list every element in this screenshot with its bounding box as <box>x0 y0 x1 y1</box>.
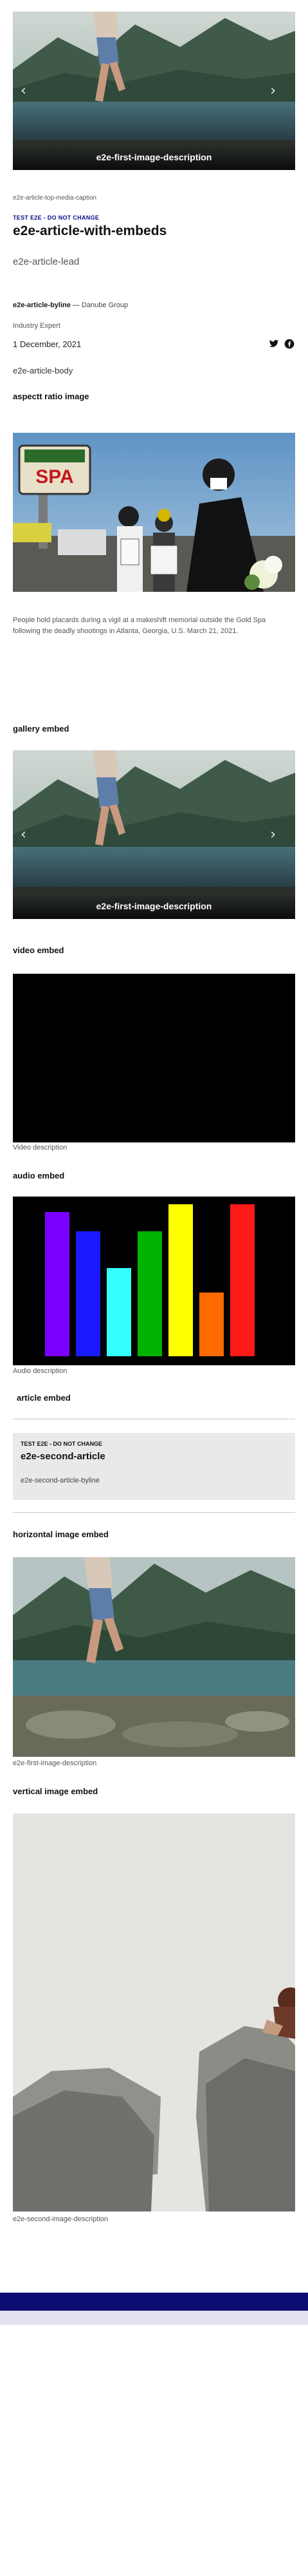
audio-bar <box>76 1231 100 1356</box>
embedded-article-title[interactable]: e2e-second-article <box>21 1451 105 1462</box>
vertical-embed-image <box>13 1814 295 2211</box>
horizontal-embed-heading: horizontal image embed <box>13 1530 109 1539</box>
embedded-article-card[interactable]: TEST E2E - DO NOT CHANGE e2e-second-arti… <box>13 1433 295 1500</box>
byline-line: e2e-article-byline — Danube Group <box>13 301 295 309</box>
byline-org: Danube Group <box>82 301 129 309</box>
article-title: e2e-article-with-embeds <box>13 223 167 238</box>
footer-bar <box>0 2293 308 2311</box>
article-body: e2e-article-body <box>13 366 73 375</box>
chevron-right-icon[interactable]: › <box>270 827 276 843</box>
article-kicker: TEST E2E - DO NOT CHANGE <box>13 214 100 221</box>
audio-bar <box>168 1204 193 1356</box>
audio-bar <box>138 1231 162 1356</box>
audio-bar <box>230 1204 255 1356</box>
horizontal-embed-image <box>13 1557 295 1757</box>
audio-visualizer <box>45 1204 255 1356</box>
audio-bar <box>107 1268 131 1356</box>
video-embed-heading: video embed <box>13 945 64 955</box>
byline-separator: — <box>70 301 82 309</box>
top-media-caption: e2e-article-top-media-caption <box>13 194 97 202</box>
audio-bar <box>45 1212 69 1356</box>
horizontal-embed-caption: e2e-first-image-description <box>13 1759 97 1767</box>
embedded-article-byline: e2e-second-article-byline <box>21 1477 100 1484</box>
article-lead: e2e-article-lead <box>13 256 80 267</box>
embedded-article-kicker: TEST E2E - DO NOT CHANGE <box>21 1441 103 1447</box>
aspect-ratio-caption: People hold placards during a vigil at a… <box>13 616 266 635</box>
gallery-embed-heading: gallery embed <box>13 724 69 734</box>
audio-description: Audio description <box>13 1367 68 1375</box>
top-gallery-caption: e2e-first-image-description <box>96 152 212 162</box>
video-player[interactable] <box>13 974 295 1142</box>
spa-sign-text: SPA <box>35 466 73 488</box>
footer-sub-bar <box>0 2311 308 2325</box>
aspect-ratio-image: SPA <box>13 433 295 592</box>
audio-bar <box>199 1293 224 1356</box>
audio-embed-heading: audio embed <box>13 1171 65 1180</box>
facebook-icon[interactable] <box>284 339 294 349</box>
twitter-icon[interactable] <box>269 339 279 349</box>
video-description: Video description <box>13 1144 68 1151</box>
byline-role: Industry Expert <box>13 322 60 330</box>
chevron-left-icon[interactable]: ‹ <box>21 83 26 99</box>
publish-date: 1 December, 2021 <box>13 339 82 349</box>
gallery-embed[interactable]: e2e-first-image-description ‹ › <box>13 750 295 919</box>
article-embed-heading: article embed <box>17 1393 71 1403</box>
byline-name[interactable]: e2e-article-byline <box>13 301 71 309</box>
chevron-right-icon[interactable]: › <box>270 83 276 99</box>
page: e2e-first-image-description ‹ › e2e-arti… <box>0 0 308 2576</box>
article-embed-divider-bottom <box>13 1512 295 1513</box>
chevron-left-icon[interactable]: ‹ <box>21 827 26 843</box>
gallery-embed-caption: e2e-first-image-description <box>96 901 212 911</box>
vertical-embed-heading: vertical image embed <box>13 1786 98 1796</box>
top-gallery[interactable]: e2e-first-image-description ‹ › <box>13 12 295 170</box>
vertical-embed-caption: e2e-second-image-description <box>13 2215 108 2223</box>
audio-player[interactable] <box>13 1197 295 1365</box>
aspect-ratio-heading: aspectt ratio image <box>13 392 89 401</box>
